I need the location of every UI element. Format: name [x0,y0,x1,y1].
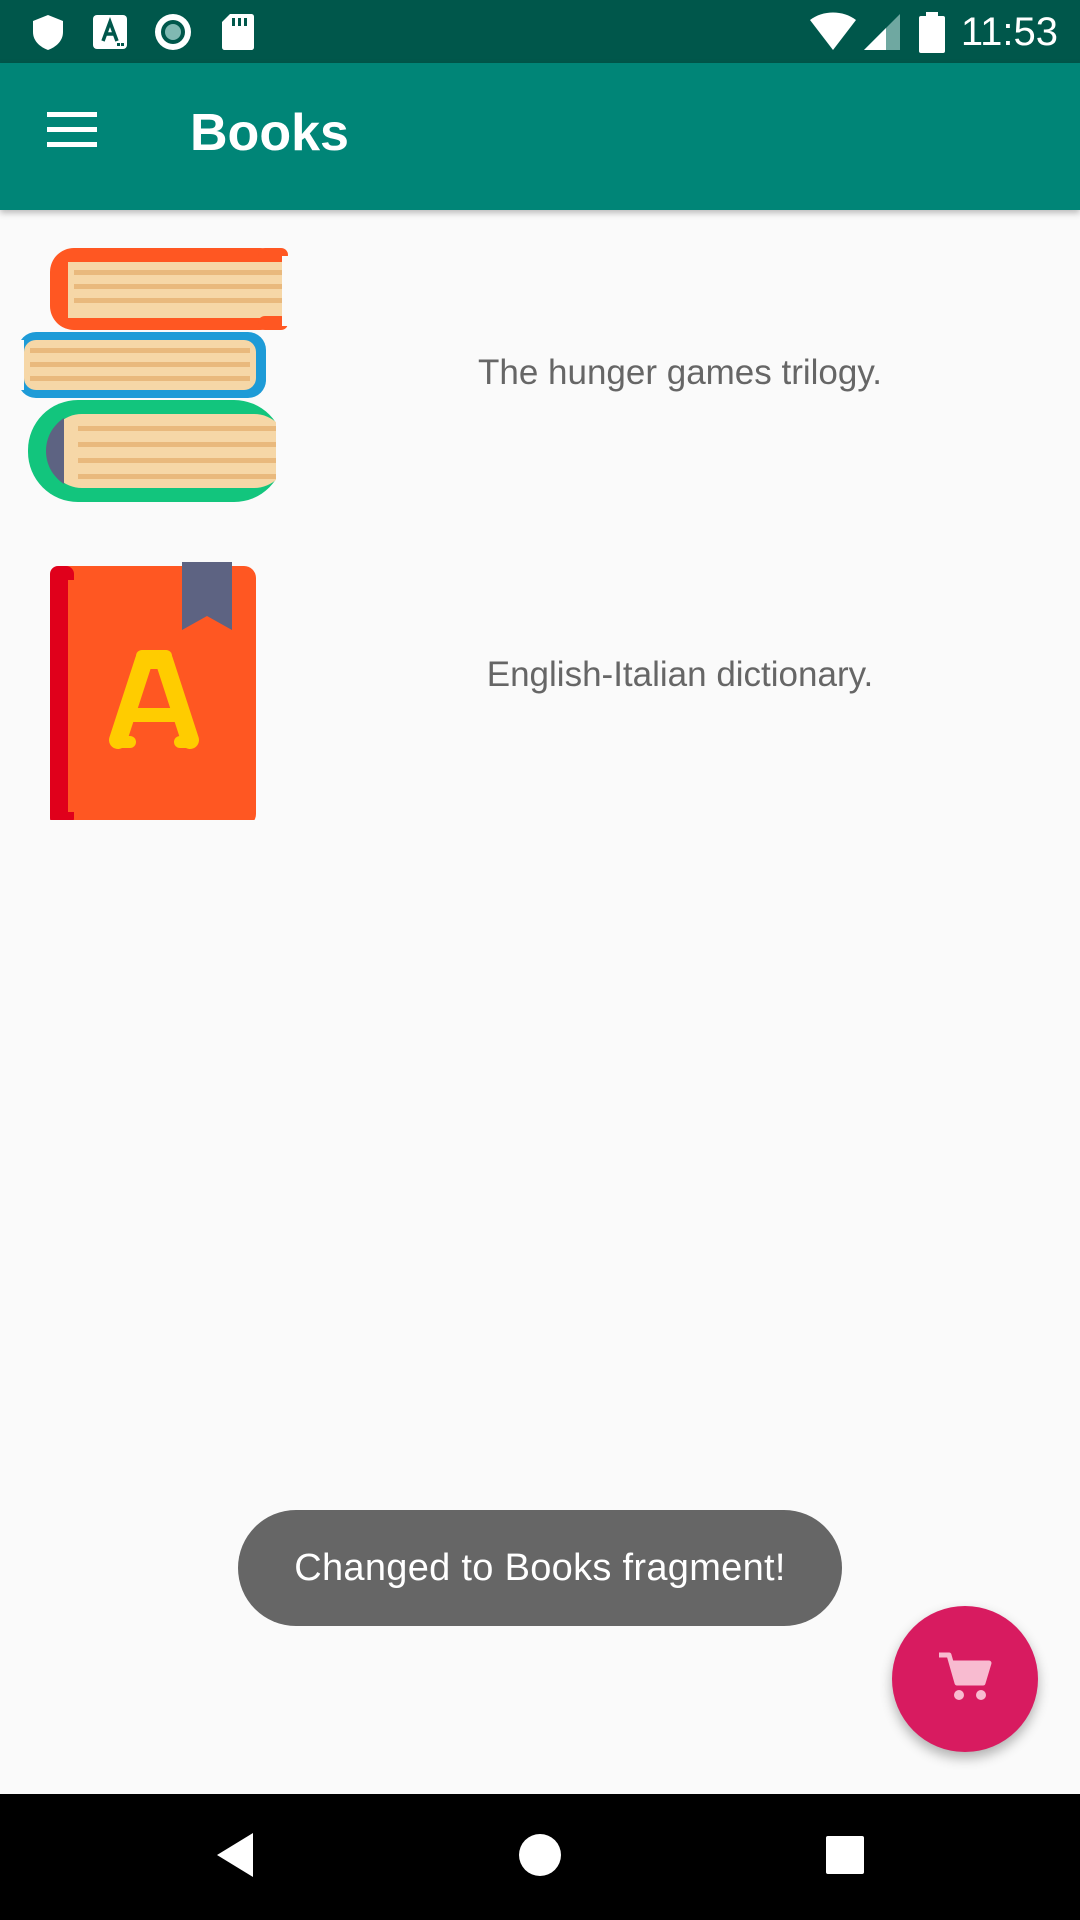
toast-message: Changed to Books fragment! [238,1510,842,1626]
app-a-icon [90,12,130,52]
cart-fab-button[interactable] [892,1606,1038,1752]
back-icon [213,1831,257,1884]
status-bar: 11:53 [0,0,1080,63]
shield-icon [28,12,68,52]
home-button[interactable] [505,1822,575,1892]
battery-icon [918,12,946,53]
book-title: English-Italian dictionary. [486,655,874,694]
back-button[interactable] [200,1822,270,1892]
page-title: Books [190,104,349,162]
sd-card-icon [218,12,258,52]
recents-button[interactable] [810,1822,880,1892]
shopping-cart-icon [935,1647,995,1712]
book-title: The hunger games trilogy. [477,353,882,392]
home-icon [518,1833,562,1882]
navigation-bar [0,1794,1080,1920]
list-item[interactable]: English-Italian dictionary. [0,550,1080,850]
menu-button[interactable] [34,93,112,171]
book-stack-icon [18,246,292,506]
status-time: 11:53 [960,10,1058,54]
recents-icon [825,1835,865,1880]
list-item[interactable]: The hunger games trilogy. [0,246,1080,546]
menu-icon [47,110,99,155]
record-icon [153,12,193,52]
app-bar: Books [0,63,1080,210]
wifi-icon [808,12,858,52]
dictionary-icon [18,550,288,826]
cell-signal-icon [862,12,902,52]
